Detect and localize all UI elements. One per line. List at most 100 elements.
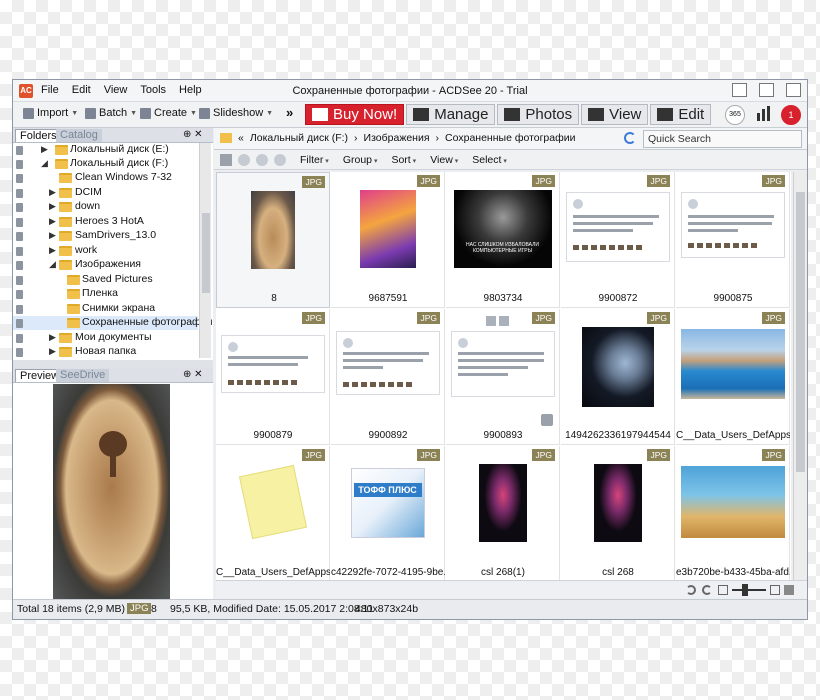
tree-item-selected[interactable]: Сохраненные фотографии [13, 316, 212, 330]
tree-item[interactable]: Clean Windows 7-32 [13, 171, 198, 185]
dashboard-icon[interactable] [754, 105, 774, 125]
view-mode-icon[interactable] [784, 585, 794, 595]
thumbnail-tile[interactable]: JPG 9900879 [216, 309, 330, 445]
view-menu[interactable]: View [430, 154, 458, 166]
buy-now-button[interactable]: Buy Now! [305, 104, 405, 125]
thumbnail-tile[interactable]: JPG csl 268 [561, 446, 675, 580]
thumbnail-tile[interactable]: JPG 9900892 [331, 309, 445, 445]
tree-item[interactable]: Пленка [13, 287, 198, 301]
expand-icon[interactable]: ▶ [49, 187, 56, 198]
tree-hscroll[interactable] [13, 360, 213, 368]
up-icon[interactable] [274, 154, 286, 166]
thumbnail-size-slider[interactable] [732, 589, 766, 591]
rotate-left-icon[interactable] [686, 585, 696, 595]
thumbnail-tile[interactable]: JPG e3b720be-b433-45ba-afd... [676, 446, 790, 580]
toolbar-overflow-button[interactable]: » [286, 105, 293, 120]
breadcrumb-separator[interactable]: › [436, 132, 440, 144]
acdsee-365-icon[interactable]: 365 [725, 105, 745, 125]
thumbnail-tile[interactable]: JPG ТОФФ ПЛЮС c42292fe-7072-4195-9be... [331, 446, 445, 580]
tab-folders[interactable]: Folders [15, 129, 62, 142]
grid-scrollbar[interactable] [793, 172, 807, 580]
batch-button[interactable]: Batch ▼ [85, 107, 137, 119]
thumbnail-tile[interactable]: JPG 8 [216, 172, 330, 308]
thumbnail-tile[interactable]: JPG 9900893 [446, 309, 560, 445]
maximize-icon[interactable] [786, 83, 801, 97]
window-controls [732, 83, 801, 97]
square-icon[interactable] [486, 316, 496, 326]
tree-item[interactable]: ▶ SamDrivers_13.0 [13, 229, 198, 243]
edit-mode-button[interactable]: Edit [650, 104, 712, 125]
tree-scrollbar[interactable] [199, 143, 211, 358]
panel-pin-close-icon[interactable]: ⊕ ✕ [183, 369, 203, 380]
tree-item[interactable]: ▶ DCIM [13, 186, 198, 200]
home-icon[interactable] [220, 154, 232, 166]
rotate-right-icon[interactable] [702, 585, 712, 595]
breadcrumb-images[interactable]: Изображения [364, 132, 430, 144]
panel-pin-close-icon[interactable]: ⊕ ✕ [183, 129, 203, 140]
zoom-in-icon[interactable] [770, 585, 780, 595]
thumbnail-tile[interactable]: JPG НАС СЛИШКОМ ИЗБАЛОВАЛИ КОМПЬЮТЕРНЫЕ … [446, 172, 560, 308]
select-menu[interactable]: Select [472, 154, 507, 166]
thumbnail-tile[interactable]: JPG csl 268(1) [446, 446, 560, 580]
tree-item[interactable]: Saved Pictures [13, 273, 198, 287]
edit-icon[interactable] [499, 316, 509, 326]
tree-item[interactable]: ▶ work [13, 244, 198, 258]
checkbox-icon[interactable] [541, 414, 553, 426]
tree-item[interactable]: ▶ Локальный диск (E:) [13, 143, 198, 157]
breadcrumb-drive[interactable]: Локальный диск (F:) [250, 132, 348, 144]
tree-item[interactable]: ◢ Изображения [13, 258, 198, 272]
thumbnail-tile[interactable]: JPG C__Data_Users_DefApps_... [216, 446, 330, 580]
thumbnail-tile[interactable]: JPG 9900875 [676, 172, 790, 308]
collapse-icon[interactable]: ◢ [41, 158, 48, 169]
import-button[interactable]: Import ▼ [23, 107, 78, 119]
slider-handle[interactable] [742, 584, 748, 596]
breadcrumb-saved-photos[interactable]: Сохраненные фотографии [445, 132, 575, 144]
tree-item[interactable]: Снимки экрана [13, 302, 198, 316]
view-mode-button[interactable]: View [581, 104, 649, 125]
slideshow-button[interactable]: Slideshow ▼ [199, 107, 273, 119]
photos-mode-button[interactable]: Photos [497, 104, 580, 125]
filter-menu[interactable]: Filter [300, 154, 329, 166]
expand-icon[interactable]: ▶ [41, 144, 48, 155]
forward-icon[interactable] [256, 154, 268, 166]
expand-icon[interactable]: ▶ [49, 346, 56, 357]
tree-item[interactable]: ◢ Локальный диск (F:) [13, 157, 198, 171]
menu-help[interactable]: Help [179, 84, 202, 96]
thumbnail-tile[interactable]: JPG 9900872 [561, 172, 675, 308]
menu-tools[interactable]: Tools [140, 84, 166, 96]
grid-scrollbar-thumb[interactable] [796, 192, 805, 472]
group-menu[interactable]: Group [343, 154, 378, 166]
back-icon[interactable] [238, 154, 250, 166]
tree-item[interactable]: ▶ down [13, 200, 198, 214]
tree-item[interactable]: ▶ Мои документы [13, 331, 198, 345]
breadcrumb-separator[interactable]: › [354, 132, 358, 144]
expand-icon[interactable]: ▶ [49, 332, 56, 343]
sort-menu[interactable]: Sort [391, 154, 416, 166]
menu-file[interactable]: File [41, 84, 59, 96]
zoom-out-icon[interactable] [718, 585, 728, 595]
tab-catalog[interactable]: Catalog [56, 129, 102, 142]
restore-icon[interactable] [732, 83, 747, 97]
create-button[interactable]: Create ▼ [140, 107, 197, 119]
expand-icon[interactable]: ▶ [49, 245, 56, 256]
refresh-icon[interactable] [624, 132, 636, 144]
minimize-icon[interactable] [759, 83, 774, 97]
acdsee-app-icon[interactable]: AC [19, 84, 33, 98]
tab-seedrive[interactable]: SeeDrive [56, 369, 110, 382]
tree-scrollbar-thumb[interactable] [202, 213, 210, 293]
expand-icon[interactable]: ▶ [49, 201, 56, 212]
tree-item[interactable]: ▶ Heroes 3 HotA [13, 215, 198, 229]
menu-edit[interactable]: Edit [72, 84, 91, 96]
thumbnail-tile[interactable]: JPG C__Data_Users_DefApps_... [676, 309, 790, 445]
expand-icon[interactable]: ▶ [49, 230, 56, 241]
quick-search-input[interactable]: Quick Search [643, 130, 802, 148]
tree-item[interactable]: ▶ Новая папка [13, 345, 198, 359]
menu-view[interactable]: View [104, 84, 128, 96]
notifications-icon[interactable]: 1 [781, 105, 801, 125]
thumbnail-tile[interactable]: JPG 1494262336197944544 [561, 309, 675, 445]
thumbnail-tile[interactable]: JPG 9687591 [331, 172, 445, 308]
manage-mode-button[interactable]: Manage [406, 104, 496, 125]
collapse-icon[interactable]: ◢ [49, 259, 56, 270]
breadcrumb-back[interactable]: « [238, 132, 244, 144]
expand-icon[interactable]: ▶ [49, 216, 56, 227]
